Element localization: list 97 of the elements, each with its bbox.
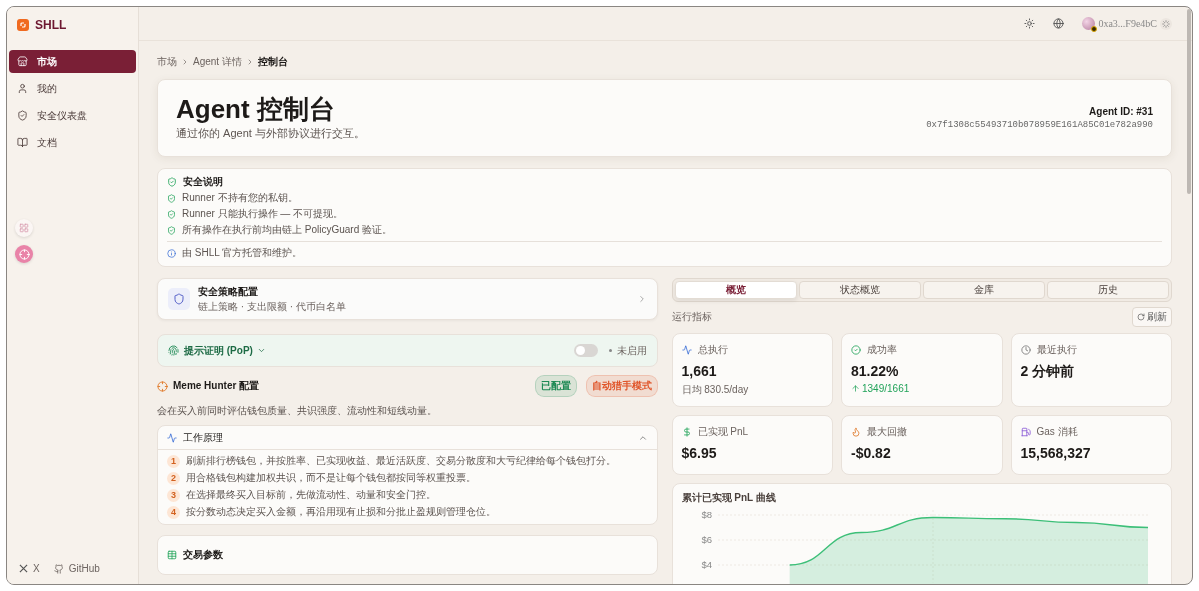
github-icon	[53, 563, 64, 574]
stat-label: 已实现 PnL	[697, 425, 749, 439]
shield-check-icon	[167, 177, 177, 187]
tab[interactable]: 状态概览	[798, 281, 921, 299]
tab[interactable]: 概览	[674, 281, 797, 299]
step-number: 1	[167, 454, 180, 468]
step-text: 按分数动态决定买入金额，再沿用现有止损和分批止盈规则管理仓位。	[186, 505, 496, 519]
stat-icon	[681, 427, 692, 437]
agent-address: 0x7f1308c55493710b078959E161A85C01e782a990	[926, 120, 1153, 130]
page-title: Agent 控制台	[176, 94, 336, 124]
breadcrumb-item[interactable]: Agent 详情	[193, 55, 242, 69]
stat-label: 最近执行	[1036, 343, 1077, 357]
crosshair-icon	[157, 380, 168, 392]
breadcrumb-item[interactable]: 市场	[157, 55, 177, 69]
stat-subtext: 日均 830.5/day	[681, 383, 750, 397]
footer-link[interactable]: GitHub	[53, 563, 100, 574]
step-text: 用合格钱包构建加权共识，而不是让每个钱包都按同等权重投票。	[186, 471, 476, 485]
step-number: 3	[167, 488, 180, 502]
stat-label: Gas 消耗	[1036, 425, 1078, 439]
step-text: 刷新排行榜钱包，并按胜率、已实现收益、最近活跃度、交易分散度和大亏纪律给每个钱包打分。	[186, 454, 616, 468]
sidebar-item[interactable]: 安全仪表盘	[9, 104, 136, 127]
proof-status: 未启用	[616, 343, 647, 358]
agent-id: Agent ID: #31	[1089, 106, 1153, 117]
stat-label: 最大回撤	[867, 425, 907, 439]
fingerprint-icon	[168, 345, 179, 356]
arrow-up-icon	[851, 384, 860, 393]
stat-icon	[851, 427, 861, 437]
notice-point: Runner 只能执行操作 — 不可提现。	[182, 207, 344, 221]
stat-value: -$0.82	[851, 445, 892, 461]
policy-subtitle: 链上策略 · 支出限额 · 代币白名单	[198, 299, 347, 314]
nav-icon	[17, 56, 28, 67]
stat-value: $6.95	[681, 445, 718, 461]
info-icon	[167, 248, 176, 258]
stat-icon	[1020, 345, 1031, 355]
policy-title: 安全策略配置	[198, 284, 259, 299]
language-icon[interactable]	[1053, 18, 1065, 29]
stat-icon	[851, 345, 861, 355]
shield-icon	[168, 288, 190, 310]
axis-tick-label: $8	[700, 509, 712, 520]
policy-card[interactable]: 安全策略配置 链上策略 · 支出限额 · 代币白名单	[157, 278, 658, 320]
notice-footer: 由 SHLL 官方托管和维护。	[182, 246, 303, 260]
status-tag: 已配置	[534, 375, 577, 397]
section-title: 交易参数	[183, 548, 223, 562]
breadcrumb-item: 控制台	[257, 55, 288, 69]
axis-tick-label: $6	[700, 534, 712, 545]
notice-point: 所有操作在执行前均由链上 PolicyGuard 验证。	[182, 223, 393, 237]
proof-toggle[interactable]: 提示证明 (PoP)	[184, 343, 266, 358]
stat-value: 2 分钟前	[1020, 363, 1076, 381]
step-text: 在选择最终买入目标前，先做流动性、动量和安全门控。	[186, 488, 436, 502]
shield-check-icon	[167, 209, 176, 219]
switch[interactable]	[573, 344, 598, 357]
step-number: 4	[167, 505, 180, 519]
shield-check-icon	[167, 193, 176, 203]
stat-label: 总执行	[697, 343, 728, 357]
accordion-header[interactable]: 工作原理	[158, 426, 657, 450]
tab[interactable]: 历史	[1046, 281, 1169, 299]
metrics-title: 运行指标	[671, 310, 712, 324]
stat-icon	[681, 345, 692, 355]
footer-link[interactable]: X	[19, 563, 40, 574]
pulse-icon	[167, 432, 177, 443]
shield-check-icon	[167, 225, 176, 235]
brand-name: SHLL	[35, 18, 67, 32]
stat-subtext: 1349/1661	[851, 383, 993, 394]
nav-icon	[17, 83, 28, 94]
stat-icon	[1020, 427, 1031, 437]
stat-value: 1,661	[681, 363, 718, 379]
refresh-icon	[1137, 313, 1145, 321]
nav-icon	[17, 110, 28, 121]
sidebar-item[interactable]: 我的	[9, 77, 136, 100]
stat-label: 成功率	[867, 343, 897, 357]
section-description: 会在买入前同时评估钱包质量、共识强度、流动性和短线动量。	[157, 404, 438, 418]
avatar[interactable]	[1082, 17, 1096, 30]
notice-point: Runner 不持有您的私钥。	[182, 191, 298, 205]
breadcrumb-separator-icon	[181, 58, 189, 66]
page-subtitle: 通过你的 Agent 与外部协议进行交互。	[176, 126, 365, 142]
scrollbar[interactable]	[1187, 9, 1191, 194]
nav-icon	[17, 137, 28, 148]
tab[interactable]: 金库	[922, 281, 1045, 299]
theme-icon[interactable]	[1024, 18, 1036, 29]
loading-icon	[1160, 17, 1172, 30]
accordion-title: 工作原理	[183, 430, 223, 445]
chevron-down-icon	[256, 346, 266, 355]
logo-icon	[17, 19, 29, 31]
table-icon	[167, 550, 177, 560]
sidebar-item[interactable]: 市场	[9, 50, 136, 73]
chart-title: 累计已实现 PnL 曲线	[681, 491, 777, 505]
status-tag: 自动猎手模式	[585, 375, 658, 397]
notice-title: 安全说明	[183, 175, 223, 189]
stat-value: 15,568,327	[1020, 445, 1092, 461]
apps-icon[interactable]	[15, 219, 33, 237]
section-title: Meme Hunter 配置	[173, 379, 260, 393]
axis-tick-label: $4	[700, 559, 712, 570]
refresh-button[interactable]: 刷新	[1132, 307, 1172, 327]
stat-value: 81.22%	[851, 363, 900, 379]
x-icon	[19, 564, 28, 573]
step-number: 2	[167, 471, 180, 485]
sidebar-item[interactable]: 文档	[9, 131, 136, 154]
